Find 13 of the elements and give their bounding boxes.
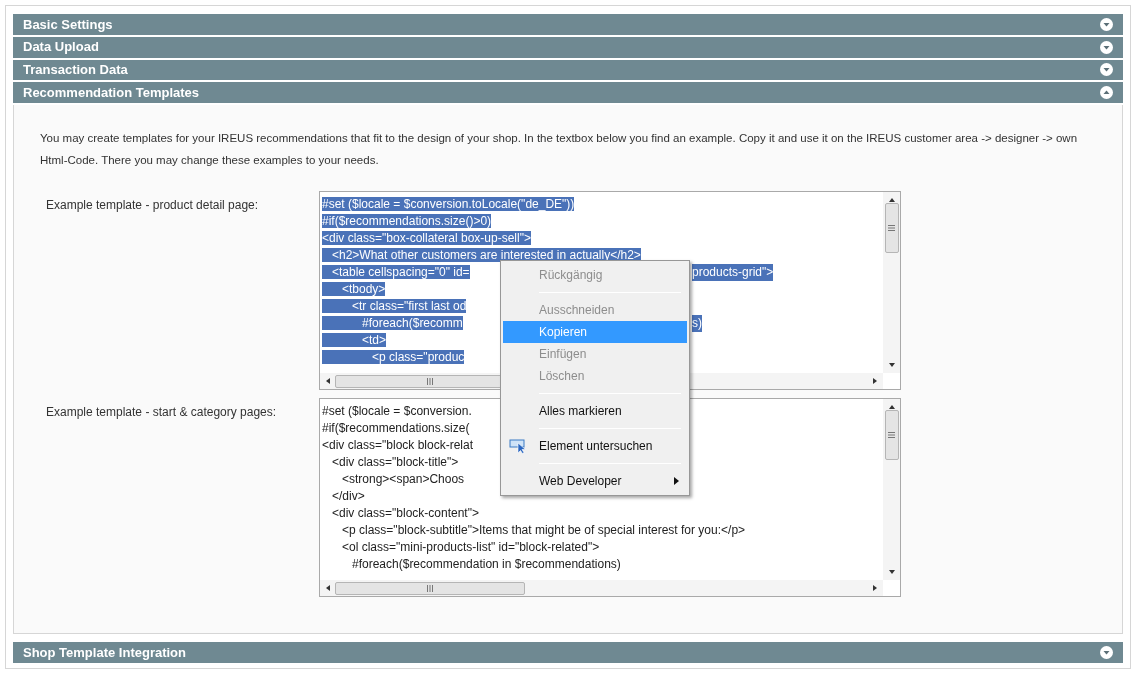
code-line: <div class="block block-relat	[322, 438, 473, 453]
code-line: <div class="block-title">	[331, 455, 459, 470]
code-line: <ol class="mini-products-list" id="block-related">	[341, 540, 600, 555]
code-line: <div class="block-content">	[331, 506, 479, 521]
code-line: #foreach($recommendation in $recommendations)	[351, 557, 621, 572]
intro-text: You may create templates for your IREUS recommendations that fit to the design of your shop. In the textbox below you find an example. Copy it and use it on the IREUS customer area -> designer -> own Html-Code. There you may change these examples to your needs.	[40, 131, 1079, 169]
code-line: <p class="block-subtitle">Items that might be of special interest for you:</p>	[341, 523, 746, 538]
code-line: #if($recommendations.size(	[322, 421, 470, 436]
code-line: #set ($locale = $conversion.	[322, 404, 472, 419]
field-label: Example template - start & category pages:	[45, 404, 278, 422]
code-line: </div>	[331, 489, 365, 504]
code-line: <strong><span>Choos	[341, 472, 465, 487]
field-label: Example template - product detail page:	[45, 197, 260, 215]
